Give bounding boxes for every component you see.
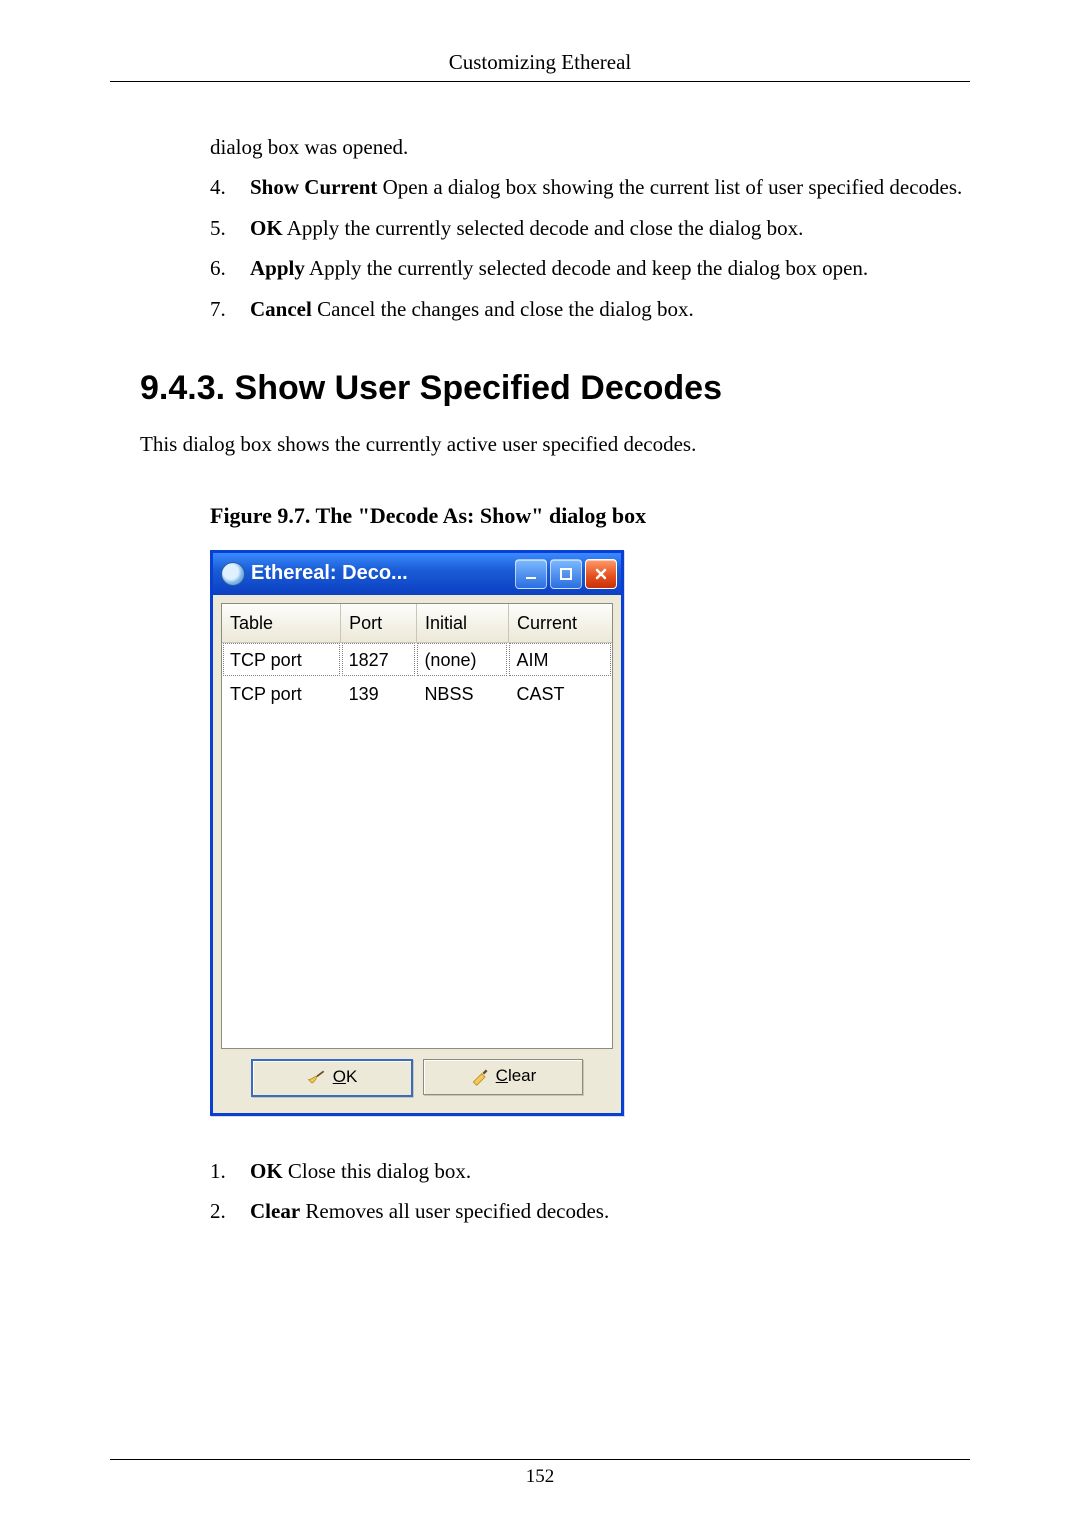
maximize-button[interactable] [550, 559, 582, 589]
continuation-text: dialog box was opened. [210, 132, 970, 162]
cell-initial: NBSS [416, 677, 508, 711]
list-body: Cancel Cancel the changes and close the … [250, 294, 970, 324]
minimize-icon [523, 566, 539, 582]
list-term: Cancel [250, 297, 312, 321]
table-header-row: Table Port Initial Current [222, 604, 612, 643]
maximize-icon [558, 566, 574, 582]
list-desc: Cancel the changes and close the dialog … [312, 297, 694, 321]
dialog-title: Ethereal: Deco... [251, 559, 512, 588]
list-number: 7. [210, 294, 250, 324]
cell-initial: (none) [416, 642, 508, 677]
cell-table: TCP port [222, 642, 341, 677]
list-item: 1. OK Close this dialog box. [210, 1156, 970, 1186]
decodes-table[interactable]: Table Port Initial Current TCP port 1827… [221, 603, 613, 1049]
list-term: OK [250, 216, 283, 240]
list-body: Apply Apply the currently selected decod… [250, 253, 970, 283]
cell-port: 1827 [341, 642, 417, 677]
list-term: Clear [250, 1199, 300, 1223]
list-item: 2. Clear Removes all user specified deco… [210, 1196, 970, 1226]
list-item: 4. Show Current Open a dialog box showin… [210, 172, 970, 202]
cell-current: AIM [508, 642, 612, 677]
list-term: Apply [250, 256, 305, 280]
clear-button[interactable]: Clear [423, 1059, 583, 1095]
clear-icon [470, 1067, 490, 1087]
col-current[interactable]: Current [508, 604, 612, 643]
list-body: OK Apply the currently selected decode a… [250, 213, 970, 243]
list-body: Clear Removes all user specified decodes… [250, 1196, 970, 1226]
list-body: OK Close this dialog box. [250, 1156, 970, 1186]
list-desc: Open a dialog box showing the current li… [377, 175, 962, 199]
cell-port: 139 [341, 677, 417, 711]
list-number: 1. [210, 1156, 250, 1186]
list-desc: Removes all user specified decodes. [300, 1199, 609, 1223]
minimize-button[interactable] [515, 559, 547, 589]
list-item: 7. Cancel Cancel the changes and close t… [210, 294, 970, 324]
dialog-button-bar: OK Clear [221, 1049, 613, 1105]
section-heading: 9.4.3. Show User Specified Decodes [140, 364, 970, 413]
cell-table: TCP port [222, 677, 341, 711]
ok-button[interactable]: OK [251, 1059, 413, 1097]
col-port[interactable]: Port [341, 604, 417, 643]
ok-label: OK [333, 1065, 358, 1090]
page-header-title: Customizing Ethereal [110, 50, 970, 75]
header-rule [110, 81, 970, 82]
cell-current: CAST [508, 677, 612, 711]
list-desc: Close this dialog box. [283, 1159, 471, 1183]
ok-icon [307, 1068, 327, 1088]
list-number: 5. [210, 213, 250, 243]
list-term: Show Current [250, 175, 377, 199]
list-number: 4. [210, 172, 250, 202]
close-icon [593, 566, 609, 582]
footer-rule [110, 1459, 970, 1460]
list-term: OK [250, 1159, 283, 1183]
decode-as-show-dialog: Ethereal: Deco... Table [210, 550, 624, 1116]
dialog-body: Table Port Initial Current TCP port 1827… [213, 595, 621, 1113]
list-body: Show Current Open a dialog box showing t… [250, 172, 970, 202]
titlebar: Ethereal: Deco... [213, 553, 621, 595]
app-icon [221, 562, 245, 586]
list-number: 6. [210, 253, 250, 283]
figure-caption: Figure 9.7. The "Decode As: Show" dialog… [210, 500, 970, 532]
close-button[interactable] [585, 559, 617, 589]
list-desc: Apply the currently selected decode and … [305, 256, 868, 280]
col-table[interactable]: Table [222, 604, 341, 643]
clear-label: Clear [496, 1064, 537, 1089]
col-initial[interactable]: Initial [416, 604, 508, 643]
list-number: 2. [210, 1196, 250, 1226]
list-item: 6. Apply Apply the currently selected de… [210, 253, 970, 283]
list-item: 5. OK Apply the currently selected decod… [210, 213, 970, 243]
table-row[interactable]: TCP port 1827 (none) AIM [222, 642, 612, 677]
section-paragraph: This dialog box shows the currently acti… [140, 429, 970, 459]
table-row[interactable]: TCP port 139 NBSS CAST [222, 677, 612, 711]
list-desc: Apply the currently selected decode and … [283, 216, 804, 240]
page-number: 152 [110, 1466, 970, 1488]
